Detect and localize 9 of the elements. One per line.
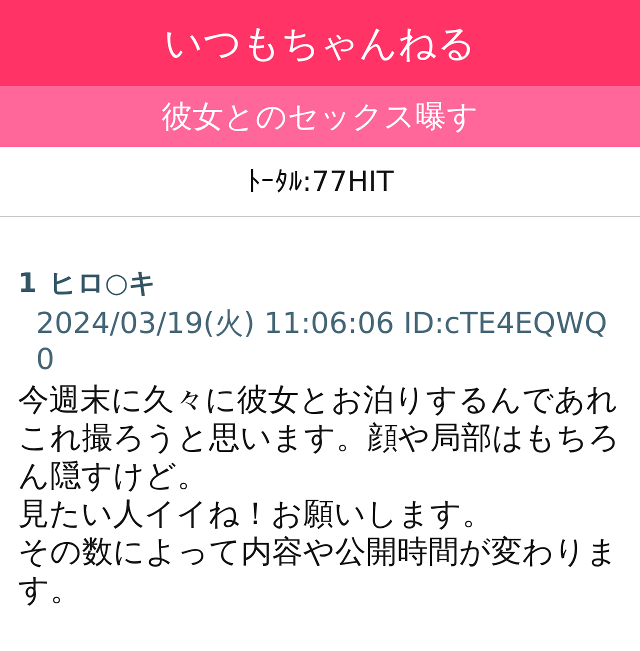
site-title[interactable]: いつもちゃんねる xyxy=(164,18,476,68)
post-body-line: その数によって内容や公開時間が変わります。 xyxy=(18,533,619,609)
poster-name: ヒロ○キ xyxy=(48,267,156,301)
post-body-line: 今週末に久々に彼女とお泊りするんであれこれ撮ろうと思います。顔や局部はもちろん隠すけど。 xyxy=(18,381,621,495)
hit-counter: ﾄｰﾀﾙ:77HIT xyxy=(246,165,394,198)
post-body-line: 見たい人イイね！お願いします。 xyxy=(18,495,494,533)
post-date-id: 2024/03/19(火) 11:06:06 ID:cTE4EQWQ0 xyxy=(35,305,608,377)
thread-title: 彼女とのセックス曝す xyxy=(162,98,478,136)
post-number: 1 xyxy=(18,267,37,301)
